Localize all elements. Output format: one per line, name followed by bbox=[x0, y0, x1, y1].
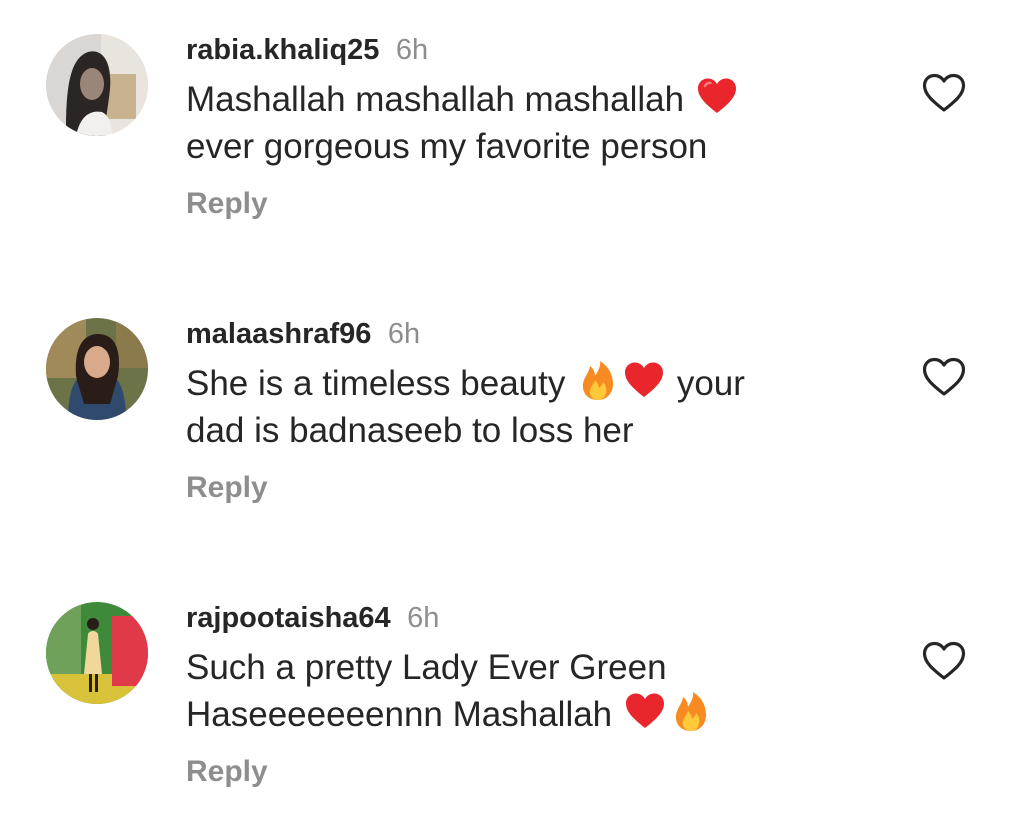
avatar-image bbox=[46, 602, 148, 704]
comment-text-segment: Haseeeeeeennn Mashallah bbox=[186, 695, 613, 734]
avatar-image bbox=[46, 318, 148, 420]
reply-button[interactable]: Reply bbox=[186, 184, 268, 224]
heart-outline-icon bbox=[922, 357, 966, 396]
avatar[interactable] bbox=[46, 602, 148, 704]
red-heart-emoji-icon bbox=[624, 691, 666, 733]
avatar[interactable] bbox=[46, 34, 148, 136]
timestamp: 6h bbox=[407, 602, 440, 634]
username-link[interactable]: rabia.khaliq25 bbox=[186, 34, 379, 66]
comment-text: Mashallah mashallah mashallah ever gorge… bbox=[186, 76, 866, 170]
comment-text-segment: your bbox=[676, 364, 745, 403]
username-link[interactable]: rajpootaisha64 bbox=[186, 602, 391, 634]
timestamp: 6h bbox=[387, 318, 421, 350]
heart-outline-icon bbox=[922, 641, 966, 680]
heart-outline-icon bbox=[922, 73, 966, 112]
like-button[interactable] bbox=[921, 72, 967, 114]
reply-button[interactable]: Reply bbox=[186, 752, 268, 792]
red-heart-emoji-icon bbox=[696, 76, 738, 118]
comment-text-segment: Mashallah mashallah mashallah bbox=[186, 80, 685, 119]
comment-text: She is a timeless beauty your dad is bad… bbox=[186, 360, 866, 454]
comment-text-segment: She is a timeless beauty bbox=[186, 364, 566, 403]
username-link[interactable]: malaashraf96 bbox=[186, 318, 371, 350]
avatar-image bbox=[46, 34, 148, 136]
comment-text-segment: dad is badnaseeb to loss her bbox=[186, 411, 634, 450]
fire-emoji-icon bbox=[577, 360, 619, 402]
red-heart-emoji-icon bbox=[623, 360, 665, 402]
comment-text-segment: Such a pretty Lady Ever Green bbox=[186, 648, 667, 687]
fire-emoji-icon bbox=[670, 691, 712, 733]
reply-button[interactable]: Reply bbox=[186, 468, 268, 508]
like-button[interactable] bbox=[921, 640, 967, 682]
avatar[interactable] bbox=[46, 318, 148, 420]
timestamp: 6h bbox=[395, 34, 429, 66]
comment-text-segment: ever gorgeous my favorite person bbox=[186, 127, 708, 166]
comment-text: Such a pretty Lady Ever Green Haseeeeeee… bbox=[186, 644, 866, 738]
like-button[interactable] bbox=[921, 356, 967, 398]
